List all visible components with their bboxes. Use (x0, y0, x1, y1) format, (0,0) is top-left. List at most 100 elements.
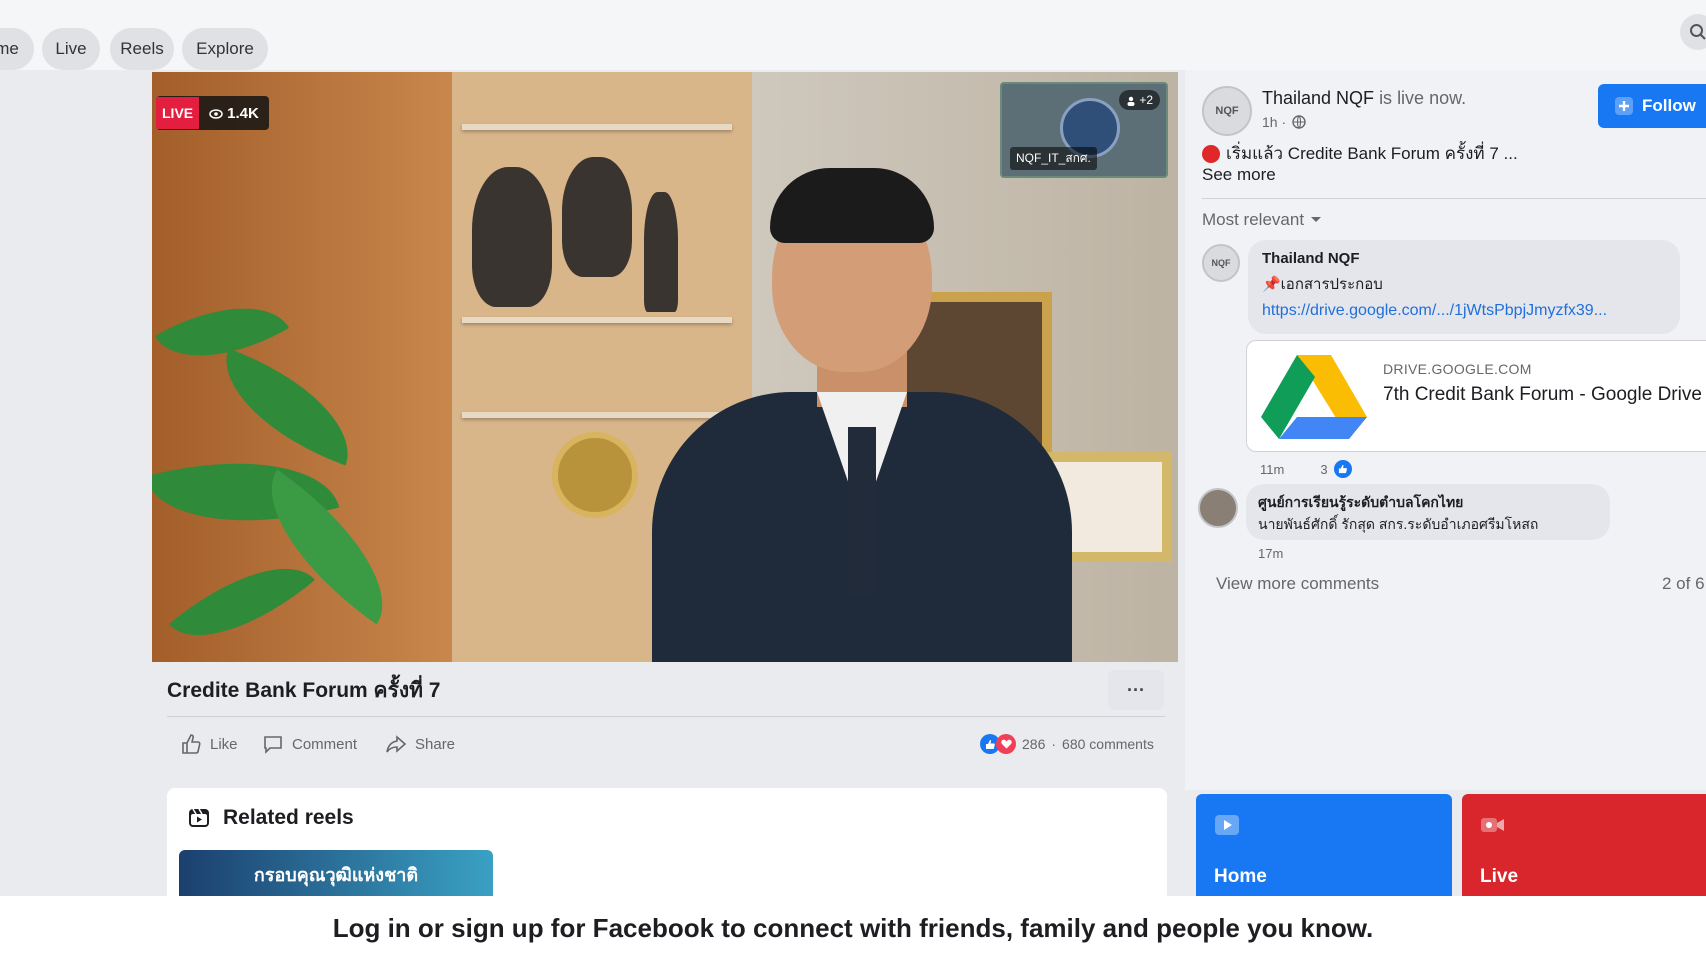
link-preview-card[interactable]: DRIVE.GOOGLE.COM 7th Credit Bank Forum -… (1246, 340, 1706, 452)
related-reels-title: Related reels (223, 806, 354, 829)
separator: · (1051, 736, 1057, 752)
video-play-icon (1215, 815, 1239, 835)
globe-icon (1292, 115, 1306, 129)
bust-statue (562, 157, 632, 277)
video-camera-icon (1481, 818, 1504, 832)
tab-home[interactable]: me (0, 28, 34, 70)
live-tile[interactable]: Live (1462, 794, 1706, 904)
thumbs-up-icon (182, 734, 201, 754)
like-mini-icon (1333, 460, 1352, 478)
speaker-hair (770, 168, 934, 243)
share-icon (386, 735, 407, 753)
tab-home-label: me (0, 39, 19, 58)
reels-icon (189, 808, 209, 827)
share-label: Share (415, 735, 456, 753)
sort-label: Most relevant (1202, 210, 1305, 229)
comment-text: นายพันธ์ศักดิ์ รักสุด สกร.ระดับอำเภอศรีม… (1258, 516, 1539, 532)
post-status: is live now. (1379, 88, 1467, 108)
search-button[interactable] (1680, 14, 1706, 50)
shelf (462, 412, 732, 418)
add-follow-icon (1615, 97, 1633, 115)
comment-label: Comment (292, 735, 358, 753)
comment-button[interactable]: Comment (262, 732, 357, 756)
post-author: Thailand NQF is live now. (1262, 88, 1466, 109)
comment-icon (264, 736, 282, 754)
tab-live-label: Live (55, 39, 87, 58)
eye-icon (209, 108, 223, 119)
red-circle-icon (1202, 144, 1220, 163)
reel-thumbnail-text: กรอบคุณวุฒิแห่งชาติ (253, 864, 419, 885)
comment-avatar-text: NQF (1211, 258, 1231, 268)
like-button[interactable]: Like (180, 732, 238, 756)
view-more-comments-link[interactable]: View more comments (1216, 574, 1379, 594)
post-text: เริ่มแล้ว Credite Bank Forum ครั้งที่ 7 … (1202, 140, 1518, 167)
post-time-text[interactable]: 1h · (1262, 114, 1286, 130)
tab-reels-label: Reels (120, 39, 164, 58)
comment-bubble: ศูนย์การเรียนรู้ระดับตำบลโคกไทย นายพันธ์… (1246, 484, 1610, 540)
follow-label: Follow (1642, 96, 1696, 115)
comment-bubble: Thailand NQF 📌เอกสารประกอบ https://drive… (1248, 240, 1680, 334)
link-preview-title: 7th Credit Bank Forum - Google Drive (1383, 384, 1702, 405)
search-icon (1690, 24, 1706, 40)
more-options-button[interactable]: ··· (1108, 670, 1164, 710)
post-author-name[interactable]: Thailand NQF (1262, 88, 1374, 108)
google-drive-icon (1261, 355, 1367, 439)
comment-link[interactable]: https://drive.google.com/.../1jWtsPbpjJm… (1262, 302, 1607, 320)
speaker-tie (848, 427, 876, 597)
comment-like-count: 3 (1320, 461, 1328, 477)
live-video-player[interactable]: LIVE 1.4K +2 NQF_IT_สกศ. (152, 72, 1178, 662)
comment-avatar[interactable]: NQF (1202, 244, 1240, 282)
figurine-statue (644, 192, 678, 312)
clock-ornament (552, 432, 638, 518)
comment-count[interactable]: 680 comments (1062, 736, 1154, 752)
participant-count-text: +2 (1139, 93, 1153, 107)
see-more-link[interactable]: See more (1202, 165, 1276, 185)
comment-text: 📌เอกสารประกอบ (1262, 276, 1383, 293)
like-label: Like (210, 735, 238, 753)
login-prompt-text[interactable]: Log in or sign up for Facebook to connec… (333, 913, 1374, 944)
login-prompt-bar: Log in or sign up for Facebook to connec… (0, 896, 1706, 960)
post-text-content: เริ่มแล้ว Credite Bank Forum ครั้งที่ 7 … (1226, 144, 1518, 163)
comment-sort-dropdown[interactable]: Most relevant (1202, 210, 1322, 230)
comment-author[interactable]: ศูนย์การเรียนรู้ระดับตำบลโคกไทย (1258, 492, 1463, 514)
video-title: Credite Bank Forum ครั้งที่ 7 (167, 679, 441, 702)
comment-meta: 17m (1258, 546, 1283, 561)
comment-meta: 11m 3 (1260, 460, 1352, 478)
comment-author[interactable]: Thailand NQF (1262, 250, 1360, 267)
follow-button[interactable]: Follow (1598, 84, 1706, 128)
caret-down-icon (1311, 217, 1322, 222)
comment-time[interactable]: 17m (1258, 546, 1283, 561)
share-button[interactable]: Share (385, 732, 455, 756)
post-time: 1h · (1262, 114, 1306, 130)
avatar[interactable]: NQF (1202, 86, 1252, 136)
viewer-count-text: 1.4K (227, 104, 259, 122)
bust-statue (472, 167, 552, 307)
participant-name: NQF_IT_สกศ. (1010, 147, 1097, 170)
tab-reels[interactable]: Reels (110, 28, 174, 70)
viewer-count: 1.4K (199, 105, 269, 122)
live-tile-label: Live (1480, 866, 1519, 887)
home-tile-label: Home (1214, 866, 1267, 887)
person-icon (1127, 96, 1135, 106)
comment-page-count: 2 of 6 (1662, 574, 1705, 593)
participant-count: +2 (1118, 90, 1160, 110)
tab-explore-label: Explore (196, 39, 254, 58)
avatar-text: NQF (1215, 105, 1239, 117)
home-tile[interactable]: Home (1196, 794, 1452, 904)
picture-in-picture[interactable]: +2 NQF_IT_สกศ. (1000, 82, 1168, 178)
top-navigation: me Live Reels Explore (0, 0, 1706, 70)
comment-avatar[interactable] (1198, 488, 1238, 528)
tab-live[interactable]: Live (42, 28, 100, 70)
more-icon: ··· (1127, 679, 1145, 700)
tab-explore[interactable]: Explore (182, 28, 268, 70)
shelf (462, 124, 732, 130)
reaction-summary[interactable]: 286 · 680 comments (980, 734, 1154, 754)
link-preview-domain: DRIVE.GOOGLE.COM (1383, 361, 1532, 377)
comment-time[interactable]: 11m (1260, 462, 1284, 477)
shelf (462, 317, 732, 323)
divider (1202, 198, 1706, 199)
divider (167, 716, 1165, 717)
reel-thumbnail[interactable]: กรอบคุณวุฒิแห่งชาติ (179, 850, 493, 898)
live-tag: LIVE (156, 97, 200, 129)
live-badge: LIVE 1.4K (156, 96, 269, 130)
